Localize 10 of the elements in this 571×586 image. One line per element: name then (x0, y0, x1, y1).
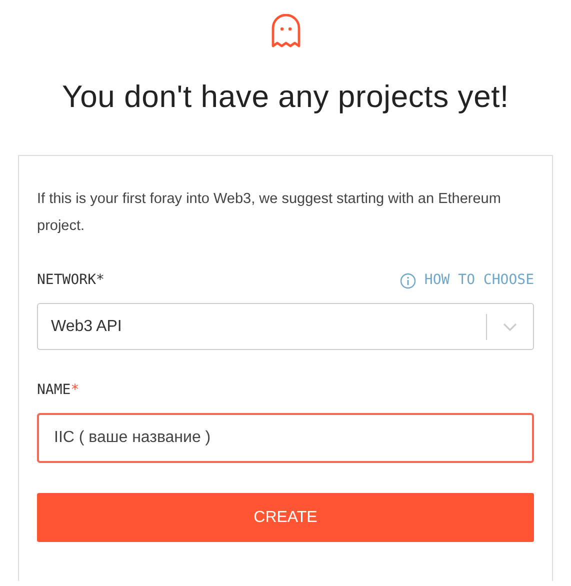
network-select[interactable]: Web3 API (37, 303, 534, 350)
chevron-down-icon (503, 322, 517, 331)
name-label: NAME (37, 381, 71, 400)
required-asterisk: * (96, 271, 104, 290)
intro-text: If this is your first foray into Web3, we suggest starting with an Ethereum project. (37, 190, 502, 236)
network-label: NETWORK (37, 271, 96, 290)
name-input[interactable]: IIC ( ваше название ) (37, 413, 534, 464)
info-icon (400, 272, 416, 289)
page-heading: You don't have any projects yet! (61, 78, 510, 116)
required-asterisk: * (70, 381, 80, 400)
